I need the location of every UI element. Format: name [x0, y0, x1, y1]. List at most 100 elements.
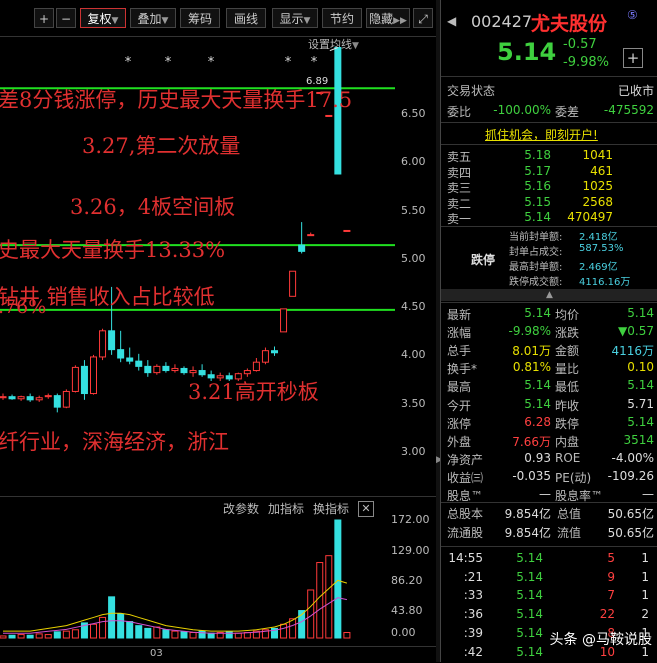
current-price: 5.14	[497, 38, 557, 66]
candle-body	[44, 395, 52, 398]
y-tick: 5.00	[401, 252, 426, 265]
stat-value: 5.14	[524, 378, 551, 393]
annotation: 差8分钱涨停，历史最大天量换手17.5	[0, 88, 353, 112]
volume-chart[interactable]: 改参数 加指标 换指标 ✕ 172.00 129.00 86.20 43.80 …	[0, 496, 436, 659]
double-chevron-right-icon: ▶▶	[393, 16, 407, 26]
tick-volume: 22	[599, 607, 615, 622]
candle-body	[252, 361, 260, 372]
stat-row: 今开 5.14 昨收 5.71	[441, 397, 657, 415]
diejia-dropdown[interactable]: 叠加▼	[130, 8, 176, 28]
watermark: 头条 @马鞍说股	[549, 632, 652, 648]
stat-label: 跌停	[555, 416, 580, 431]
chouma-button[interactable]: 筹码	[180, 8, 220, 28]
zoom-out-button[interactable]: −	[56, 8, 76, 28]
stat-value: 5.14	[627, 378, 654, 393]
volume-bar	[90, 623, 97, 639]
ask-volume: 1041	[582, 148, 613, 162]
stat-row: 涨幅 -9.98% 涨跌 ▼0.57	[441, 324, 657, 342]
diejia-label: 叠加	[137, 12, 162, 26]
volume-bar	[53, 631, 61, 639]
stat-value: 0.93	[524, 450, 551, 465]
stock-code: 002427	[471, 12, 533, 31]
stat-label: 涨幅	[447, 326, 472, 341]
candle-body	[135, 360, 143, 367]
stat-label: 外盘	[447, 434, 472, 449]
weibi-label: 委比	[447, 105, 472, 119]
y-tick: 5.50	[401, 204, 426, 217]
divider	[0, 646, 436, 647]
candle-body	[108, 330, 116, 351]
candle-body	[298, 244, 306, 252]
limit-value: 4116.16万	[579, 277, 631, 288]
jieyue-button[interactable]: 节约	[322, 8, 362, 28]
weicha-label: 委差	[555, 105, 580, 119]
yincang-button[interactable]: 隐藏▶▶	[366, 8, 410, 28]
limit-label: 跌停成交额:	[509, 277, 563, 288]
stat-value: 6.28	[524, 414, 551, 429]
volume-bar	[171, 630, 179, 639]
volume-bar	[126, 621, 134, 639]
huaxian-button[interactable]: 画线	[226, 8, 266, 28]
price-change: -0.57	[563, 37, 597, 52]
ask-volume: 470497	[567, 210, 613, 224]
collapse-chevron-icon[interactable]: ▲	[441, 289, 657, 301]
back-icon[interactable]: ◀	[447, 14, 456, 28]
chevron-down-icon: ▼	[111, 16, 119, 26]
y-tick: 3.00	[401, 445, 426, 458]
annotation: 纤行业，深海经济，浙江	[0, 430, 229, 454]
weicha-value: -475592	[603, 103, 654, 117]
stat-value: -9.98%	[508, 324, 551, 339]
candle-body	[189, 370, 197, 374]
candle-body	[325, 114, 333, 117]
stat-value: 0.81%	[512, 360, 551, 375]
tick-time: :33	[463, 588, 483, 603]
add-watchlist-button[interactable]: +	[623, 48, 643, 68]
stat-label: ROE	[555, 450, 581, 465]
candle-body	[71, 366, 79, 392]
open-account-link[interactable]: 抓住机会，即刻开户!	[485, 126, 598, 143]
volume-bar	[8, 634, 16, 639]
vol-tick: 129.00	[391, 544, 430, 557]
volume-bar	[325, 555, 333, 639]
xianshi-dropdown[interactable]: 显示▼	[272, 8, 318, 28]
stat-row: 最高 5.14 最低 5.14	[441, 378, 657, 396]
tick-price: 5.14	[516, 551, 543, 565]
candlestick-chart[interactable]: 设置均线▼ * * * * * 6.50 6.00 5.50 5.00 4.50 4.0…	[0, 36, 436, 496]
stat-value: 5.14	[627, 306, 654, 320]
zoom-in-button[interactable]: +	[34, 8, 54, 28]
candle-body	[62, 390, 70, 408]
y-tick: 4.50	[401, 300, 426, 313]
divider	[441, 144, 657, 145]
stat-label: 净资产	[447, 452, 484, 467]
tick-count: 2	[641, 607, 649, 622]
candle-body	[198, 370, 206, 376]
stat-value: 3514	[623, 432, 654, 447]
annotation: 史最大天量换手13.33%	[0, 238, 226, 262]
volume-bar	[35, 633, 43, 639]
vol-tick: 43.80	[391, 604, 423, 617]
candle-body	[26, 396, 34, 401]
fullscreen-button[interactable]: ⤢	[413, 8, 433, 28]
candle-body	[289, 270, 297, 297]
limit-value: 2.469亿	[579, 262, 618, 273]
ask-price: 5.15	[524, 194, 551, 209]
stat-value: 5.14	[524, 396, 551, 411]
stat-label: 最高	[447, 380, 472, 395]
tick-volume: 7	[607, 588, 615, 603]
stat-label: 均价	[555, 308, 580, 322]
volume-bar	[153, 626, 161, 639]
tick-count: 1	[641, 551, 649, 565]
chevron-down-icon: ▼	[161, 16, 169, 26]
fuquan-dropdown[interactable]: 复权▼	[80, 8, 126, 28]
ask-price: 5.14	[524, 210, 551, 224]
chart-toolbar: + − 复权▼ 叠加▼ 筹码 画线 显示▼ 节约 隐藏▶▶ ⤢	[0, 0, 436, 37]
date-label: 03	[150, 648, 163, 659]
volume-bar	[189, 632, 197, 639]
cap-label: 总股本	[447, 507, 484, 521]
stat-label: 量比	[555, 362, 580, 377]
volume-bar	[44, 634, 52, 639]
candle-body	[307, 234, 315, 237]
candle-body	[261, 350, 269, 363]
stat-value: -0.035	[512, 468, 551, 483]
marker-star: *	[125, 55, 132, 70]
